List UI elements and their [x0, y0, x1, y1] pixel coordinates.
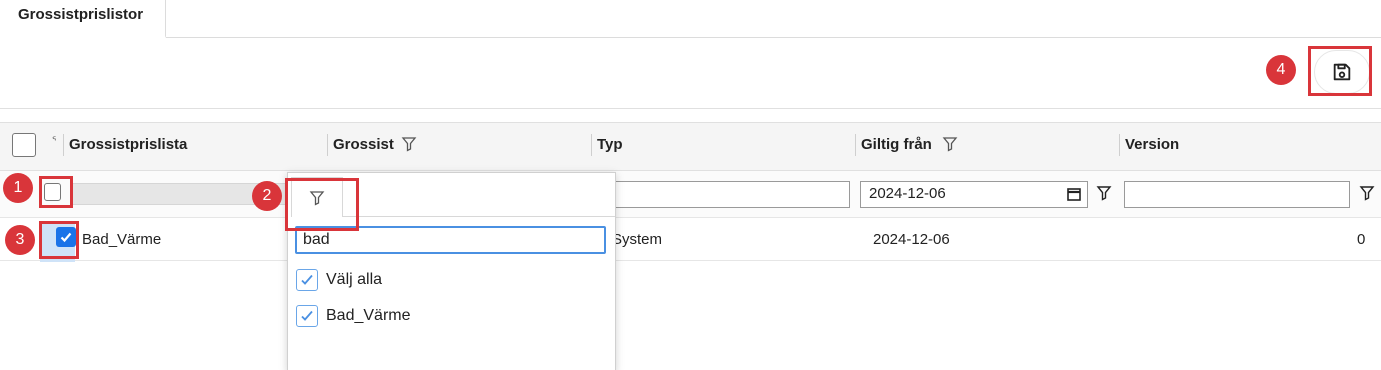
cell-grossistprislista: Bad_Värme: [82, 231, 162, 248]
annotation-badge-3: 3: [5, 225, 35, 255]
cell-typ: System: [612, 231, 663, 248]
grossist-filter-icon[interactable]: [401, 136, 417, 152]
column-header-giltig-fran[interactable]: Giltig från: [861, 136, 932, 153]
bad-varme-option-label[interactable]: Bad_Värme: [326, 307, 411, 325]
typ-filter-input[interactable]: [610, 181, 850, 208]
annotation-badge-1: 1: [3, 173, 33, 203]
annotation-box-3: [39, 221, 79, 259]
column-separator[interactable]: [855, 134, 856, 156]
version-filter-menu-icon[interactable]: [1359, 185, 1375, 201]
annotation-box-1: [39, 176, 73, 208]
bad-varme-option-checkbox[interactable]: [296, 305, 318, 327]
cell-version: 0: [1357, 231, 1366, 248]
column-header-grossistprislista[interactable]: Grossistprislista: [69, 136, 187, 153]
select-all-checkbox[interactable]: [12, 133, 36, 157]
popup-tab-divider: [343, 216, 615, 217]
calendar-icon[interactable]: [1066, 186, 1082, 202]
annotation-box-2: [285, 178, 359, 231]
column-resize-icon[interactable]: ᕐ: [52, 136, 56, 147]
column-header-typ[interactable]: Typ: [597, 136, 623, 153]
column-header-grossist[interactable]: Grossist: [333, 136, 394, 153]
cell-giltig-fran: 2024-12-06: [873, 231, 950, 248]
table-row[interactable]: [0, 219, 1381, 261]
select-all-option-checkbox[interactable]: [296, 269, 318, 291]
annotation-box-4: [1308, 46, 1372, 96]
version-filter-input[interactable]: [1124, 181, 1350, 208]
column-separator[interactable]: [591, 134, 592, 156]
tab-label: Grossistprislistor: [18, 6, 144, 23]
giltig-fran-filter-icon[interactable]: [942, 136, 958, 152]
annotation-badge-4: 4: [1266, 55, 1296, 85]
check-icon: [301, 310, 313, 321]
select-all-option-label[interactable]: Välj alla: [326, 271, 382, 289]
column-separator[interactable]: [327, 134, 328, 156]
column-header-version[interactable]: Version: [1125, 136, 1179, 153]
column-separator[interactable]: [1119, 134, 1120, 156]
giltig-fran-filter-menu-icon[interactable]: [1096, 185, 1112, 201]
annotation-badge-2: 2: [252, 181, 282, 211]
giltig-fran-date-value: 2024-12-06: [869, 185, 946, 202]
toolbar-divider: [0, 108, 1381, 109]
column-separator[interactable]: [63, 134, 64, 156]
check-icon: [301, 274, 313, 285]
tab-divider: [166, 37, 1381, 38]
